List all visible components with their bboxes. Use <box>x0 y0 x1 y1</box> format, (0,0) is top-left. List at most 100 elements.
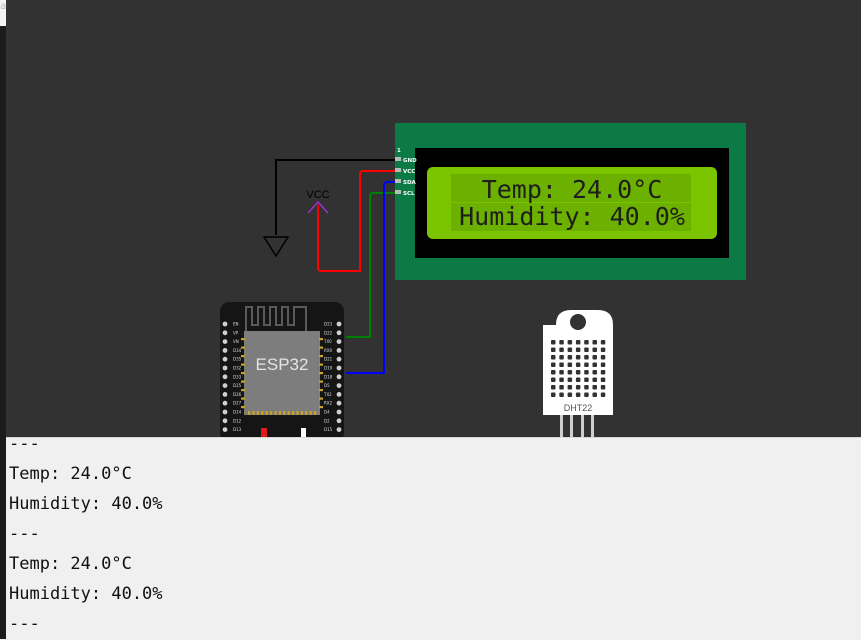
esp32-pin[interactable] <box>222 427 228 432</box>
dht22-grille-hole <box>584 392 589 397</box>
dht22-label: DHT22 <box>564 403 593 413</box>
dht22-grille-hole <box>575 355 581 360</box>
esp32-pin-label: EN <box>233 322 239 327</box>
esp32-pin[interactable] <box>336 427 342 432</box>
esp32-pin-label: D19 <box>324 366 333 371</box>
esp32-module-pad <box>265 411 268 415</box>
esp32-pin[interactable] <box>336 392 342 397</box>
esp32-pin[interactable] <box>222 365 228 371</box>
dht22-grille-hole <box>575 385 581 390</box>
esp32-pin-label: D14 <box>233 410 242 415</box>
lcd-line-1: Temp: 24.0°C <box>482 175 663 204</box>
esp32-pin[interactable] <box>222 321 228 327</box>
esp32-pin-label: D22 <box>324 330 333 335</box>
esp32-pin[interactable] <box>336 356 342 362</box>
dht22-grille-hole <box>600 355 606 360</box>
circuit-canvas[interactable]: VCC Temp: 24.0°C Humidity: 40.0% 1 GND V… <box>6 0 861 437</box>
dht22-pin-4[interactable] <box>591 415 594 437</box>
esp32-pin[interactable] <box>336 365 342 371</box>
console-line: Temp: 24.0°C <box>9 464 132 484</box>
esp32-pin[interactable] <box>336 383 342 388</box>
dht22-grille-hole <box>551 377 556 382</box>
esp32-pin-label: TX2 <box>323 392 332 397</box>
dht22-pin-1[interactable] <box>560 415 563 437</box>
esp32-pin[interactable] <box>222 383 228 388</box>
esp32-pin[interactable] <box>222 356 228 362</box>
lcd-pin-vcc[interactable] <box>395 168 401 172</box>
dht22-grille-hole <box>592 362 597 367</box>
dht22-sensor[interactable]: DHT22 <box>543 310 613 437</box>
esp32-pin[interactable] <box>336 374 342 380</box>
esp32-pin[interactable] <box>222 392 228 397</box>
dht22-grille-hole <box>592 392 597 397</box>
esp32-pin[interactable] <box>336 339 342 344</box>
esp32-pin[interactable] <box>336 409 342 415</box>
esp32-pin[interactable] <box>336 330 342 336</box>
dht22-grille-hole <box>567 377 573 382</box>
esp32-module-pad <box>241 406 245 409</box>
esp32-pin-label: D34 <box>233 348 242 353</box>
esp32-pin[interactable] <box>336 400 342 406</box>
dht22-grille-hole <box>600 377 606 382</box>
dht22-grille-hole <box>567 347 573 352</box>
dht22-grille-hole <box>551 340 556 345</box>
esp32-board[interactable]: ESP32 EN VP VN D34 D35 D32 D33 D25 D26 D27 D14 D12 D… <box>220 302 344 437</box>
dht22-grille-hole <box>584 355 589 360</box>
esp32-pin[interactable] <box>222 339 228 344</box>
esp32-pin-label: D5 <box>324 383 330 388</box>
esp32-pin[interactable] <box>222 409 228 415</box>
scl-wire[interactable] <box>346 192 398 338</box>
esp32-module-pad <box>256 411 259 415</box>
dht22-grille-hole <box>600 370 606 375</box>
esp32-pin[interactable] <box>222 330 228 336</box>
lcd-line-2: Humidity: 40.0% <box>459 202 685 231</box>
dht22-pin-3[interactable] <box>581 415 584 437</box>
esp32-pin[interactable] <box>336 348 342 353</box>
esp32-module-pad <box>292 411 295 415</box>
esp32-button[interactable] <box>301 428 306 437</box>
serial-monitor[interactable]: --- Temp: 24.0°C Humidity: 40.0% --- Tem… <box>6 437 861 640</box>
dht22-grille-hole <box>567 340 573 345</box>
esp32-module-pad <box>319 338 323 341</box>
esp32-pin-label: VP <box>233 330 239 335</box>
esp32-pin-label: D18 <box>324 374 333 379</box>
dht22-grille-hole <box>551 385 556 390</box>
dht22-grille-hole <box>575 347 581 352</box>
lcd-module[interactable]: Temp: 24.0°C Humidity: 40.0% 1 GND VCC S… <box>395 123 746 280</box>
dht22-grille-hole <box>575 370 581 375</box>
esp32-pin[interactable] <box>222 348 228 353</box>
lcd-pin-scl[interactable] <box>395 190 401 194</box>
esp32-pin-label: D35 <box>233 357 242 362</box>
lcd-pin-gnd[interactable] <box>395 157 401 161</box>
esp32-module-pad <box>319 346 323 349</box>
esp32-pin[interactable] <box>222 374 228 380</box>
esp32-module-pad <box>252 411 255 415</box>
esp32-pin[interactable] <box>336 418 342 424</box>
esp32-pin-label: D27 <box>233 401 242 406</box>
console-line: Temp: 24.0°C <box>9 554 132 574</box>
dht22-grille-hole <box>584 340 589 345</box>
dht22-grille-hole <box>559 392 564 397</box>
dht22-grille-hole <box>551 355 556 360</box>
esp32-module-pad <box>270 411 273 415</box>
esp32-pin[interactable] <box>222 400 228 406</box>
dht22-grille-hole <box>559 362 564 367</box>
lcd-pin-label-vcc: VCC <box>403 169 415 175</box>
dht22-grille-hole <box>600 340 606 345</box>
vcc-wire[interactable] <box>317 170 398 272</box>
dht22-grille-hole <box>559 347 564 352</box>
esp32-module-pad <box>314 411 317 415</box>
console-line: Humidity: 40.0% <box>9 584 163 604</box>
dht22-grille-hole <box>600 392 606 397</box>
dht22-grille-hole <box>559 385 564 390</box>
dht22-grille-hole <box>592 340 597 345</box>
lcd-pin-sda[interactable] <box>395 179 401 183</box>
dht22-pin-2[interactable] <box>570 415 573 437</box>
esp32-module-pad <box>241 397 245 400</box>
esp32-pin-label: D2 <box>324 418 330 423</box>
esp32-pin[interactable] <box>222 418 228 424</box>
esp32-module-pad <box>241 372 245 375</box>
esp32-pin[interactable] <box>336 321 342 327</box>
vcc-label: VCC <box>306 189 329 201</box>
sda-wire[interactable] <box>346 181 398 374</box>
